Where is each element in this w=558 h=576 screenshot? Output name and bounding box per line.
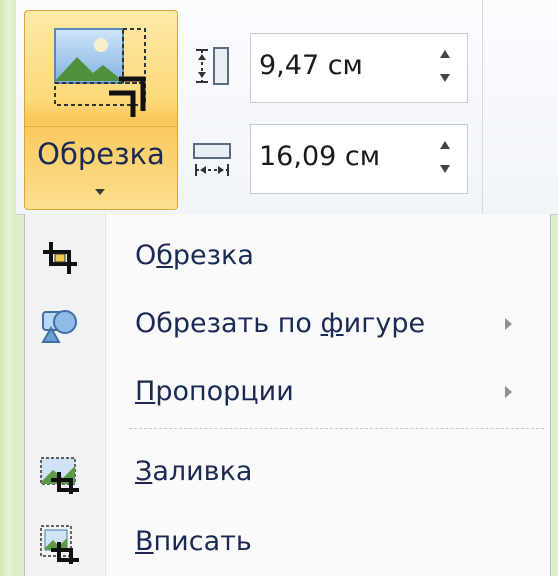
menu-item-fit[interactable]: Вписать [25,512,550,574]
spin-down-icon[interactable] [440,165,450,173]
fill-icon [40,457,79,494]
width-value[interactable]: 16,09 см [259,141,380,172]
crop-split-button[interactable]: Обрезка [24,10,178,210]
width-spinbox[interactable]: 16,09 см [250,124,468,194]
ribbon-separator [482,0,483,214]
width-spin-buttons[interactable] [433,139,457,181]
crop-dropdown-menu: Обрезка Обрезать по фигуре Пропорции Зал… [24,214,551,576]
left-background-strip [0,0,16,576]
height-spin-buttons[interactable] [433,48,457,90]
spin-up-icon[interactable] [440,50,450,58]
spin-down-icon[interactable] [440,74,450,82]
menu-item-label: Пропорции [135,376,294,407]
menu-item-label: Вписать [135,526,252,557]
crop-button-split-line [25,126,177,127]
menu-item-fill[interactable]: Заливка [25,442,550,504]
menu-item-crop-to-shape[interactable]: Обрезать по фигуре [25,294,550,356]
crop-button-label: Обрезка [37,137,165,171]
spin-up-icon[interactable] [440,141,450,149]
fit-icon [40,525,79,564]
menu-item-label: Обрезка [135,240,254,271]
crop-picture-icon [54,28,146,117]
menu-item-label: Заливка [135,456,253,487]
shape-height-icon [196,47,229,85]
menu-item-crop[interactable]: Обрезка [25,226,550,288]
submenu-arrow-icon [505,386,512,398]
submenu-arrow-icon [505,318,512,330]
height-spinbox[interactable]: 9,47 см [250,33,468,103]
shape-width-icon [193,143,231,176]
chevron-down-icon [95,189,105,195]
menu-item-label: Обрезать по фигуре [135,308,426,339]
crop-to-shape-icon [41,310,77,343]
crop-icon [43,242,77,274]
height-value[interactable]: 9,47 см [259,50,363,81]
menu-item-aspect-ratio[interactable]: Пропорции [25,362,550,424]
menu-separator [129,428,544,429]
